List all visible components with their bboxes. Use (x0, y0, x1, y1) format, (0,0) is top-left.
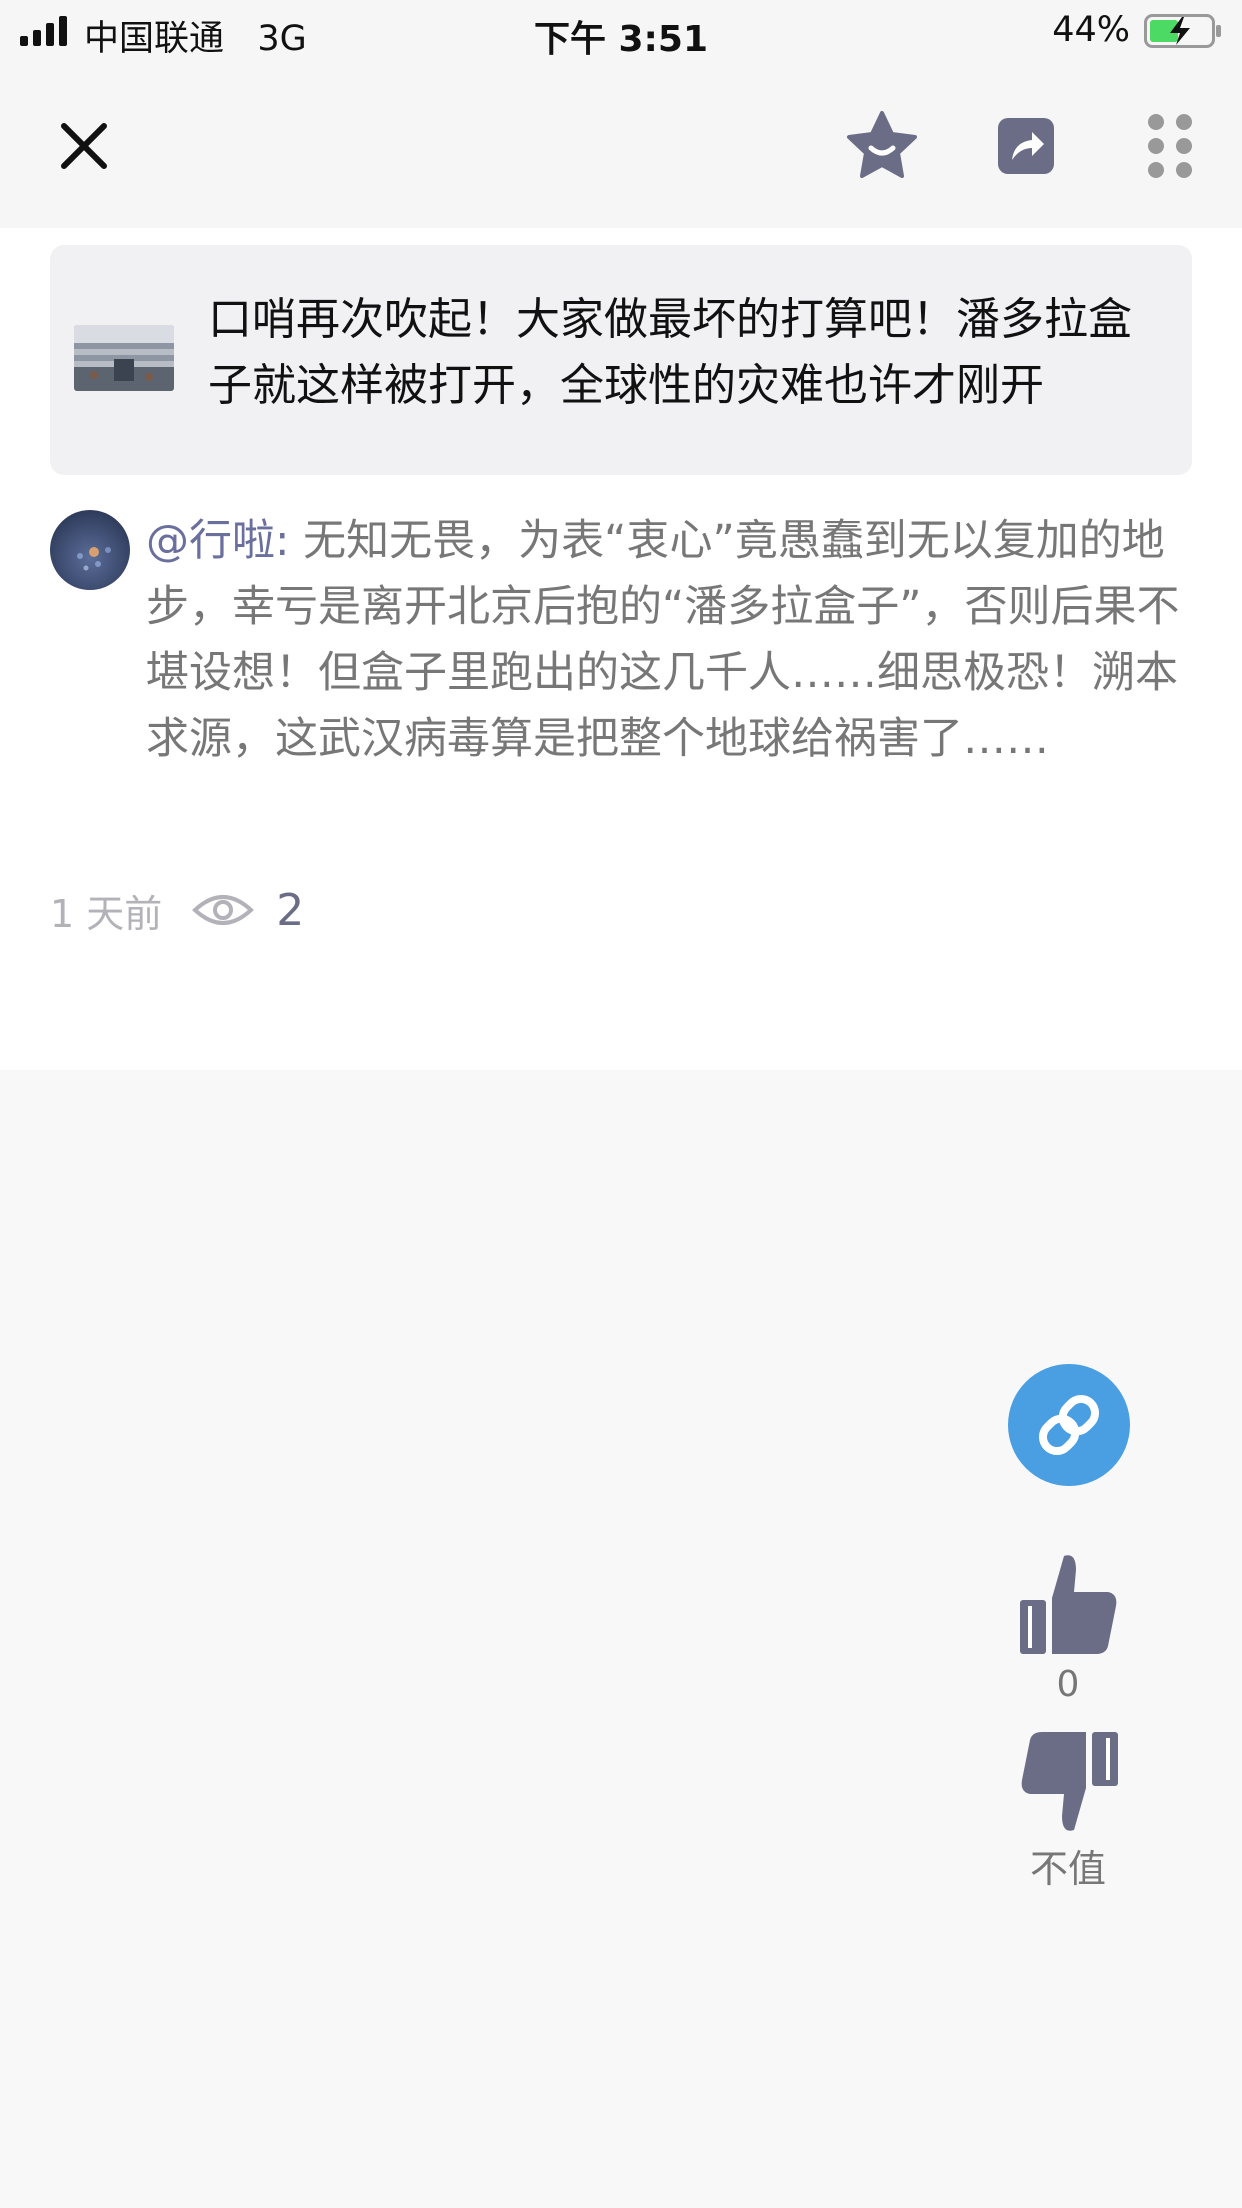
share-icon (998, 118, 1054, 174)
comment-text: @行啦: 无知无畏，为表“衷心”竟愚蠢到无以复加的地步，幸亏是离开北京后抱的“潘… (146, 508, 1196, 772)
like-button[interactable] (1016, 1548, 1122, 1658)
thumbs-down-icon (1021, 1732, 1118, 1831)
view-count: 2 (276, 884, 305, 936)
share-button[interactable] (984, 104, 1068, 188)
favorite-button[interactable] (840, 104, 924, 188)
eye-icon (192, 895, 255, 925)
comment-body: 无知无畏，为表“衷心”竟愚蠢到无以复加的地步，幸亏是离开北京后抱的“潘多拉盒子”… (146, 516, 1180, 764)
dislike-button[interactable] (1016, 1728, 1122, 1838)
battery-charging-icon (1144, 14, 1221, 48)
more-button[interactable] (1128, 104, 1212, 188)
thumbs-up-icon (1020, 1555, 1117, 1654)
battery-percent: 44% (1052, 10, 1130, 50)
quoted-article-card[interactable]: 口哨再次吹起！大家做最坏的打算吧！潘多拉盒子就这样被打开，全球性的灾难也许才刚开 (50, 245, 1192, 475)
article-thumbnail (74, 325, 174, 391)
copy-link-button[interactable] (1008, 1364, 1130, 1486)
close-icon (61, 123, 107, 169)
like-count: 0 (1056, 1664, 1080, 1705)
link-icon (1038, 1394, 1100, 1456)
timestamp: 1 天前 (50, 891, 163, 936)
avatar[interactable] (50, 510, 130, 590)
close-button[interactable] (42, 104, 126, 188)
comment-author[interactable]: @行啦: (146, 516, 290, 566)
dislike-label: 不值 (1029, 1847, 1106, 1891)
more-icon (1148, 114, 1192, 178)
post-content: 口哨再次吹起！大家做最坏的打算吧！潘多拉盒子就这样被打开，全球性的灾难也许才刚开… (0, 228, 1242, 1070)
status-bar: 中国联通 3G 下午 3:51 44% (0, 0, 1242, 64)
star-icon (847, 111, 917, 178)
article-title: 口哨再次吹起！大家做最坏的打算吧！潘多拉盒子就这样被打开，全球性的灾难也许才刚开 (208, 294, 1132, 411)
post-meta: 1 天前 2 (50, 880, 304, 940)
nav-bar (0, 64, 1242, 228)
